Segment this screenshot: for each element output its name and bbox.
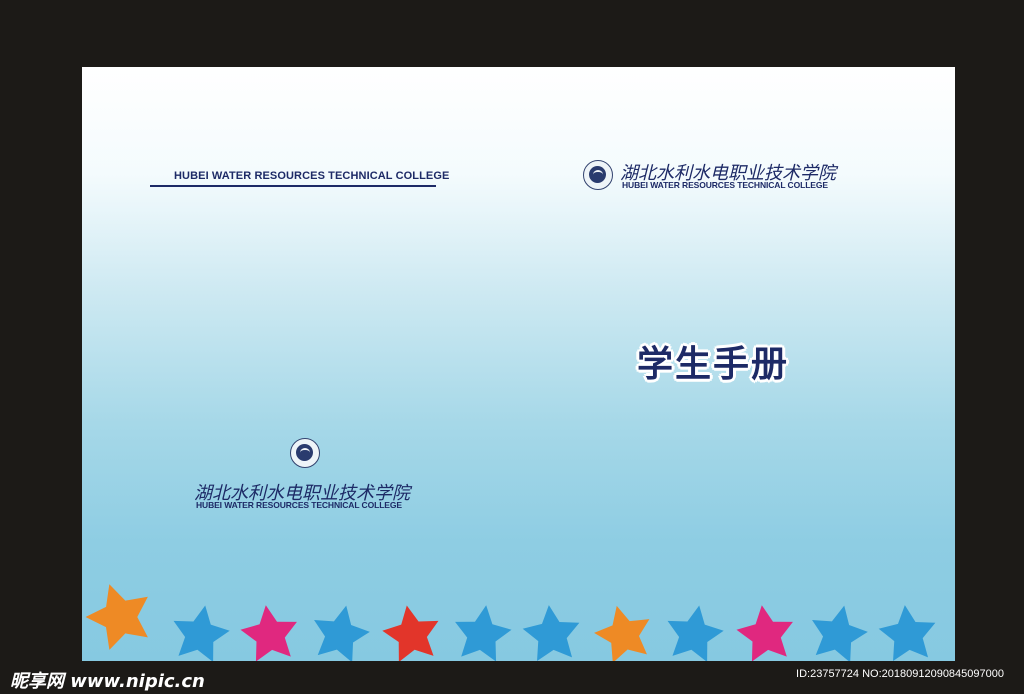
star-icon [520, 602, 583, 661]
college-seal-icon-bottom [290, 438, 320, 468]
header-college-name: HUBEI WATER RESOURCES TECHNICAL COLLEGE [174, 170, 450, 182]
star-icon [733, 601, 798, 661]
star-icon [450, 601, 515, 661]
star-icon [82, 577, 160, 654]
header-rule [150, 185, 436, 187]
star-icon [589, 598, 658, 661]
star-icon [378, 600, 445, 661]
image-id-text: ID:23757724 NO:20180912090845097000 [796, 668, 1004, 680]
handbook-title: 学生手册 [637, 343, 790, 385]
college-en-name-bottom: HUBEI WATER RESOURCES TECHNICAL COLLEGE [196, 500, 402, 510]
site-watermark: 昵享网 www.nipic.cn [10, 671, 205, 692]
star-icon [307, 599, 375, 661]
stars-border [82, 577, 939, 661]
college-seal-icon [583, 160, 613, 190]
star-icon [237, 601, 302, 661]
star-icon [167, 600, 234, 661]
college-en-name-top: HUBEI WATER RESOURCES TECHNICAL COLLEGE [622, 180, 828, 190]
star-icon [876, 602, 939, 661]
cover-page: HUBEI WATER RESOURCES TECHNICAL COLLEGE … [82, 67, 955, 661]
star-icon [805, 599, 873, 661]
star-icon [661, 600, 728, 661]
